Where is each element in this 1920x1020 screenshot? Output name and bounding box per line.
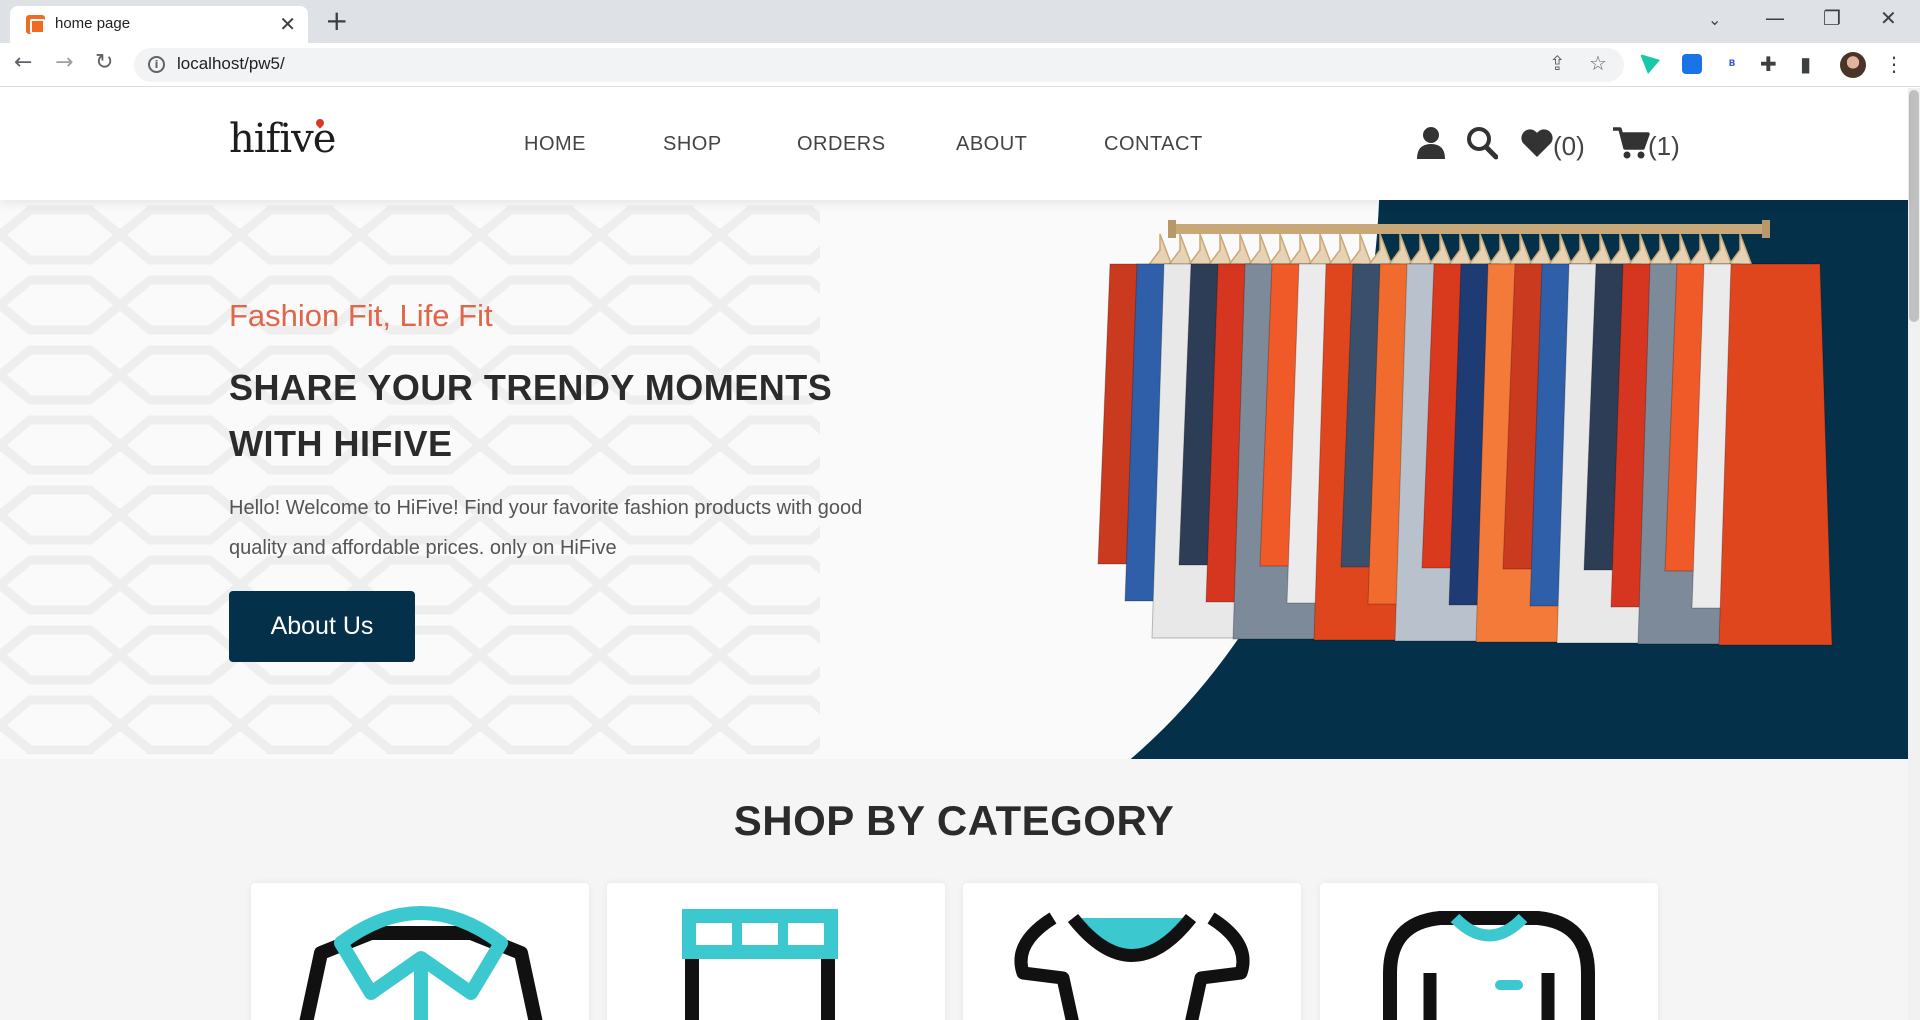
side-panel-icon[interactable]: ▮ bbox=[1800, 52, 1811, 76]
tab-search-icon[interactable]: ⌄ bbox=[1708, 10, 1721, 29]
extensions-puzzle-icon[interactable]: ✚ bbox=[1760, 52, 1777, 76]
category-card-jacket[interactable] bbox=[251, 883, 589, 1020]
browser-tab[interactable]: home page ✕ bbox=[10, 6, 308, 43]
category-card-tops[interactable] bbox=[963, 883, 1301, 1020]
category-card-trousers[interactable] bbox=[607, 883, 945, 1020]
url-text: localhost/pw5/ bbox=[177, 54, 285, 73]
nav-contact[interactable]: CONTACT bbox=[1104, 133, 1203, 156]
xampp-favicon-icon bbox=[26, 15, 45, 34]
shop-by-category-section: SHOP BY CATEGORY bbox=[0, 759, 1908, 1020]
minimize-icon[interactable]: — bbox=[1765, 6, 1785, 30]
tab-title: home page bbox=[55, 15, 131, 32]
browser-menu-icon[interactable]: ⋮ bbox=[1884, 52, 1904, 76]
hero-banner: Fashion Fit, Life Fit SHARE YOUR TRENDY … bbox=[0, 200, 1908, 759]
cart-icon[interactable] bbox=[1612, 126, 1650, 160]
site-info-icon[interactable]: i bbox=[148, 56, 165, 73]
about-us-button[interactable]: About Us bbox=[229, 591, 415, 662]
crop-top-icon bbox=[1014, 912, 1250, 1020]
browser-tabstrip: home page ✕ + ⌄ — ❐ ✕ bbox=[0, 0, 1920, 43]
clothes-rack-image bbox=[1097, 220, 1833, 646]
close-tab-icon[interactable]: ✕ bbox=[279, 12, 296, 36]
nav-orders[interactable]: ORDERS bbox=[797, 133, 886, 156]
extension-icon[interactable] bbox=[1682, 54, 1702, 74]
bookmark-star-icon[interactable]: ☆ bbox=[1589, 51, 1607, 75]
address-bar[interactable]: i localhost/pw5/ ⇪ ☆ bbox=[134, 48, 1624, 82]
nav-home[interactable]: HOME bbox=[524, 133, 586, 156]
nav-shop[interactable]: SHOP bbox=[663, 133, 722, 156]
new-tab-icon[interactable]: + bbox=[325, 4, 348, 37]
profile-avatar[interactable] bbox=[1840, 52, 1866, 78]
search-icon[interactable] bbox=[1466, 126, 1498, 160]
reload-icon[interactable]: ↻ bbox=[95, 50, 113, 75]
cart-count: (1) bbox=[1648, 131, 1680, 161]
jacket-icon bbox=[299, 906, 543, 1020]
extension-icon[interactable]: B bbox=[1722, 54, 1742, 74]
extension-icon[interactable] bbox=[1640, 54, 1660, 74]
share-icon[interactable]: ⇪ bbox=[1549, 51, 1566, 75]
browser-toolbar: ← → ↻ i localhost/pw5/ ⇪ ☆ B ✚ ▮ ⋮ bbox=[0, 43, 1920, 87]
forward-icon[interactable]: → bbox=[55, 50, 73, 75]
wishlist-count: (0) bbox=[1553, 131, 1585, 161]
restore-icon[interactable]: ❐ bbox=[1823, 6, 1841, 30]
back-icon[interactable]: ← bbox=[14, 50, 32, 75]
nav-about[interactable]: ABOUT bbox=[956, 133, 1027, 156]
shirt-icon bbox=[1383, 911, 1595, 1020]
web-page: hifive HOME SHOP ORDERS ABOUT CONTACT (0… bbox=[0, 88, 1920, 1020]
hero-description: Hello! Welcome to HiFive! Find your favo… bbox=[229, 497, 863, 559]
category-card-tshirt[interactable] bbox=[1320, 883, 1658, 1020]
page-scrollbar-thumb[interactable] bbox=[1909, 90, 1919, 322]
hero-tagline: Fashion Fit, Life Fit bbox=[229, 298, 493, 333]
close-window-icon[interactable]: ✕ bbox=[1880, 6, 1897, 30]
hero-heading: SHARE YOUR TRENDY MOMENTS WITH HIFIVE bbox=[229, 367, 833, 464]
trousers-icon bbox=[682, 909, 838, 1020]
site-header: hifive HOME SHOP ORDERS ABOUT CONTACT (0… bbox=[0, 88, 1908, 200]
category-section-title: SHOP BY CATEGORY bbox=[733, 797, 1175, 844]
user-icon[interactable] bbox=[1416, 126, 1446, 160]
wishlist-heart-icon[interactable] bbox=[1520, 128, 1554, 158]
